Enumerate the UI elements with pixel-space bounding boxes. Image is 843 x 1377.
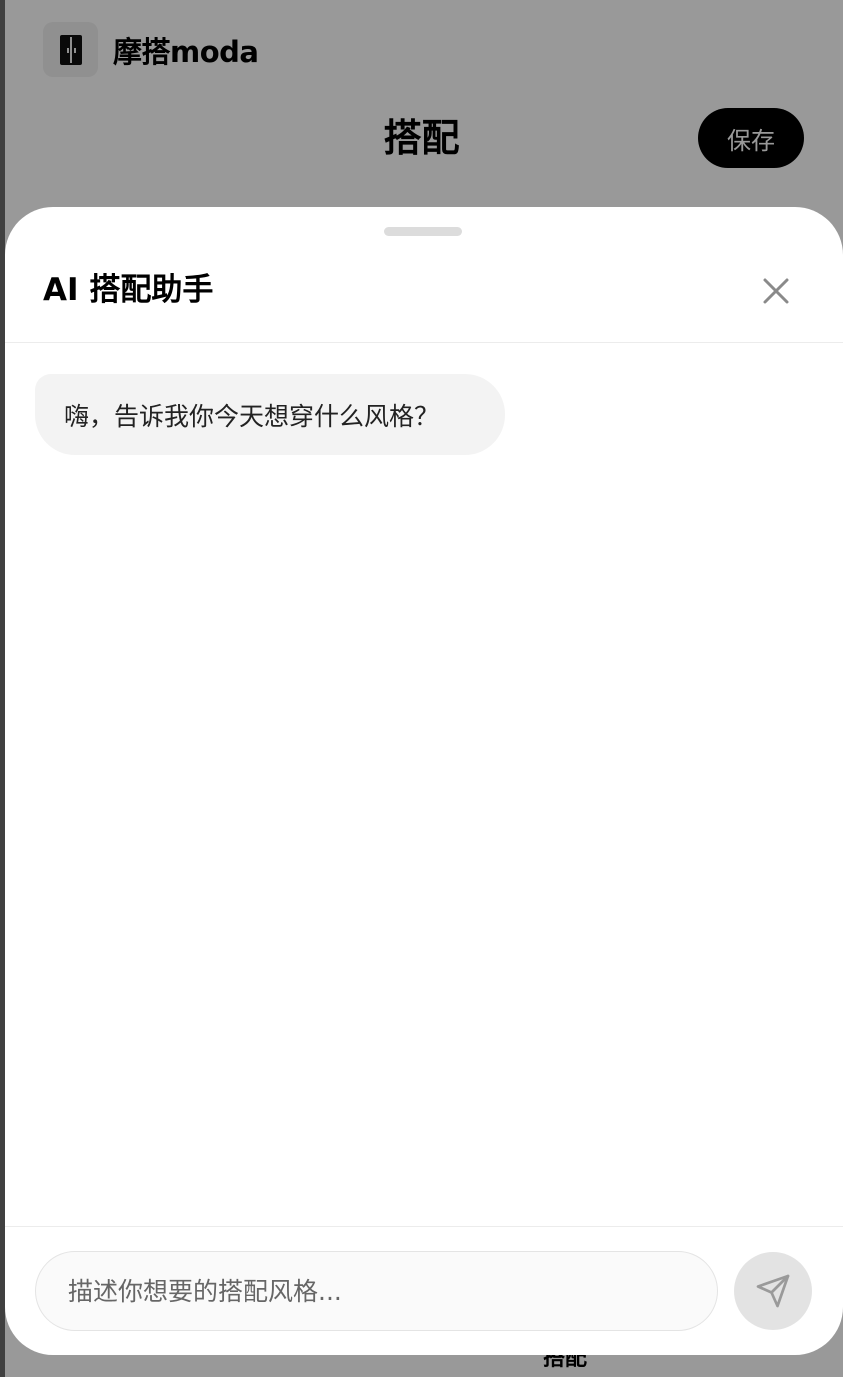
assistant-message-bubble: 嗨，告诉我你今天想穿什么风格？: [35, 374, 505, 455]
sheet-title: AI 搭配助手: [43, 272, 214, 308]
drag-handle[interactable]: [384, 227, 462, 236]
ai-assistant-sheet: AI 搭配助手 嗨，告诉我你今天想穿什么风格？: [5, 207, 843, 1355]
message-input[interactable]: [35, 1251, 718, 1331]
message-list[interactable]: 嗨，告诉我你今天想穿什么风格？: [5, 343, 843, 1226]
send-icon: [756, 1274, 790, 1308]
close-button[interactable]: [756, 271, 796, 311]
send-button[interactable]: [734, 1252, 812, 1330]
footer-divider: [5, 1226, 843, 1227]
close-icon: [763, 278, 789, 304]
